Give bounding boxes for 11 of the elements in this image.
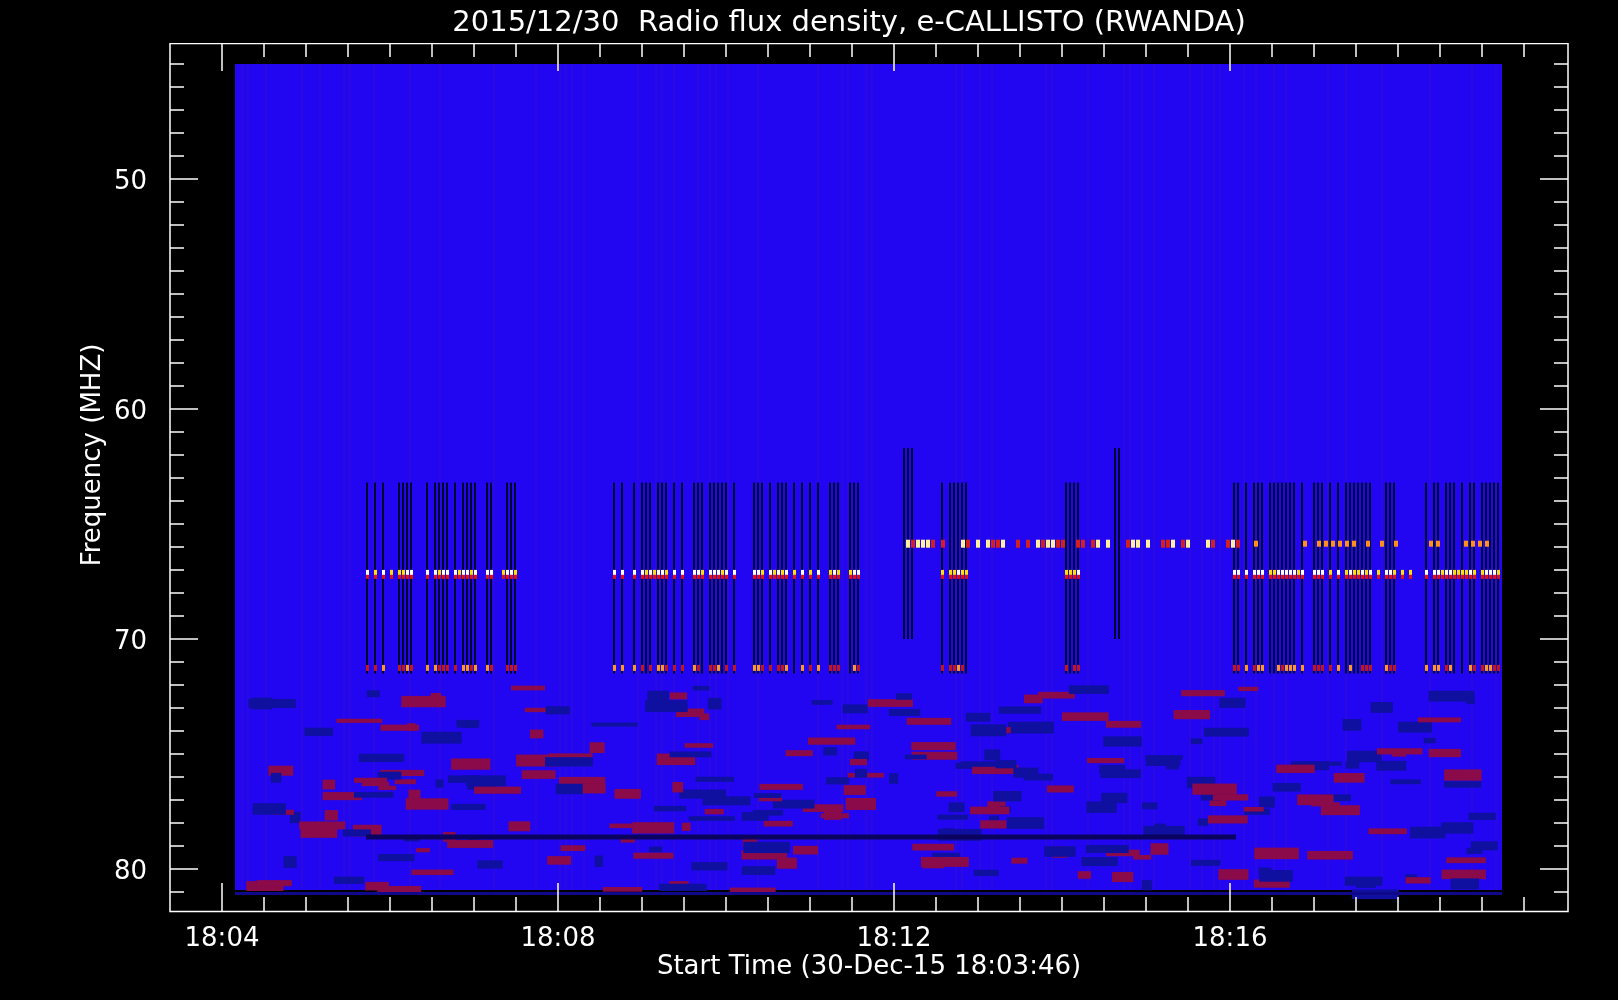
x-tick-label: 18:08 xyxy=(520,922,596,952)
y-tick-label: 50 xyxy=(113,165,147,195)
x-tick-label: 18:04 xyxy=(184,922,260,952)
y-axis-label: Frequency (MHZ) xyxy=(76,343,106,567)
y-tick-label: 80 xyxy=(113,855,147,885)
x-tick-label: 18:16 xyxy=(1192,922,1268,952)
y-tick-label: 70 xyxy=(113,625,147,655)
x-tick-label: 18:12 xyxy=(856,922,932,952)
x-axis-label: Start Time (30-Dec-15 18:03:46) xyxy=(656,950,1082,980)
y-tick-label: 60 xyxy=(113,395,147,425)
chart-title: 2015/12/30 Radio flux density, e-CALLISTO (RWANDA) xyxy=(451,7,1246,36)
